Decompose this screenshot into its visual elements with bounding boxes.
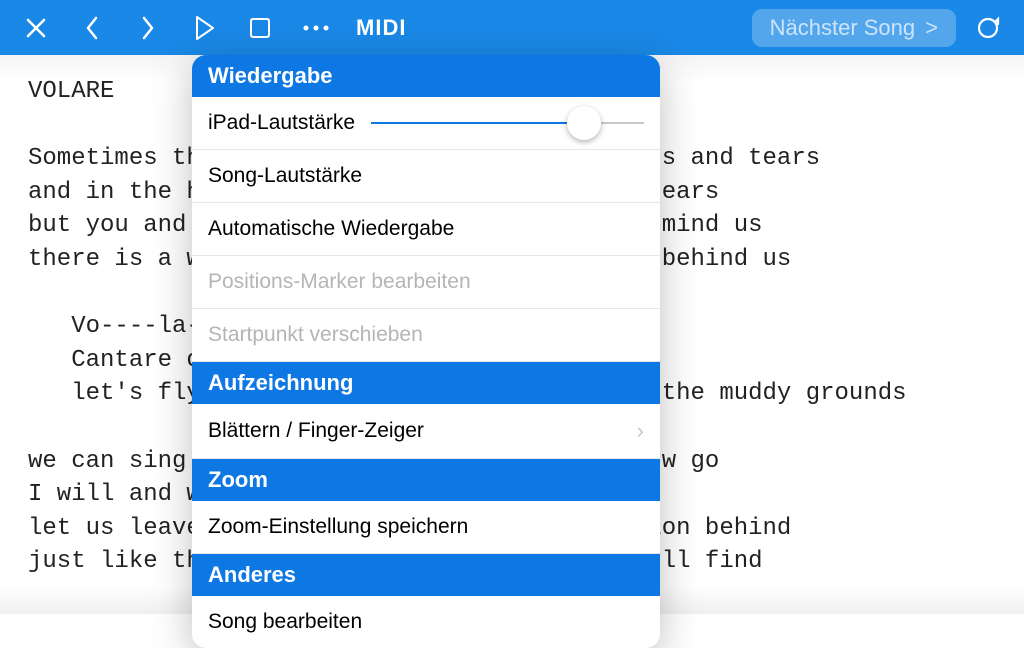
song-volume-row[interactable]: Song-Lautstärke — [192, 150, 660, 203]
more-button[interactable] — [292, 4, 340, 52]
move-start-label: Startpunkt verschieben — [208, 323, 423, 347]
chevron-right-icon — [138, 14, 158, 42]
next-song-label: Nächster Song — [770, 15, 916, 41]
chevron-left-icon — [82, 14, 102, 42]
section-header-zoom: Zoom — [192, 459, 660, 501]
song-volume-label: Song-Lautstärke — [208, 164, 362, 188]
page-pointer-row[interactable]: Blättern / Finger-Zeiger › — [192, 404, 660, 459]
slider-fill — [371, 122, 584, 124]
stop-button[interactable] — [236, 4, 284, 52]
section-header-playback: Wiedergabe — [192, 55, 660, 97]
ipad-volume-label: iPad-Lautstärke — [208, 111, 355, 135]
close-icon — [24, 16, 48, 40]
more-popover: Wiedergabe iPad-Lautstärke Song-Lautstär… — [192, 55, 660, 648]
prev-button[interactable] — [68, 4, 116, 52]
next-button[interactable] — [124, 4, 172, 52]
auto-play-label: Automatische Wiedergabe — [208, 217, 454, 241]
midi-logo: MIDI — [348, 15, 414, 41]
edit-song-row[interactable]: Song bearbeiten — [192, 596, 660, 648]
stop-icon — [248, 16, 272, 40]
chevron-right-icon: › — [637, 418, 644, 444]
toolbar: MIDI Nächster Song > — [0, 0, 1024, 55]
next-song-button[interactable]: Nächster Song > — [752, 9, 956, 47]
section-header-recording: Aufzeichnung — [192, 362, 660, 404]
edit-markers-row: Positions-Marker bearbeiten — [192, 256, 660, 309]
greater-than-icon: > — [925, 15, 938, 41]
refresh-button[interactable] — [964, 4, 1012, 52]
move-start-row: Startpunkt verschieben — [192, 309, 660, 362]
ellipsis-icon — [301, 23, 331, 33]
close-button[interactable] — [12, 4, 60, 52]
play-icon — [192, 14, 216, 42]
edit-markers-label: Positions-Marker bearbeiten — [208, 270, 471, 294]
ipad-volume-slider[interactable] — [371, 122, 644, 124]
page-pointer-label: Blättern / Finger-Zeiger — [208, 419, 424, 443]
auto-play-row[interactable]: Automatische Wiedergabe — [192, 203, 660, 256]
slider-knob[interactable] — [567, 106, 601, 140]
save-zoom-label: Zoom-Einstellung speichern — [208, 515, 468, 539]
save-zoom-row[interactable]: Zoom-Einstellung speichern — [192, 501, 660, 554]
play-button[interactable] — [180, 4, 228, 52]
section-header-other: Anderes — [192, 554, 660, 596]
ipad-volume-row[interactable]: iPad-Lautstärke — [192, 97, 660, 150]
refresh-icon — [974, 14, 1002, 42]
